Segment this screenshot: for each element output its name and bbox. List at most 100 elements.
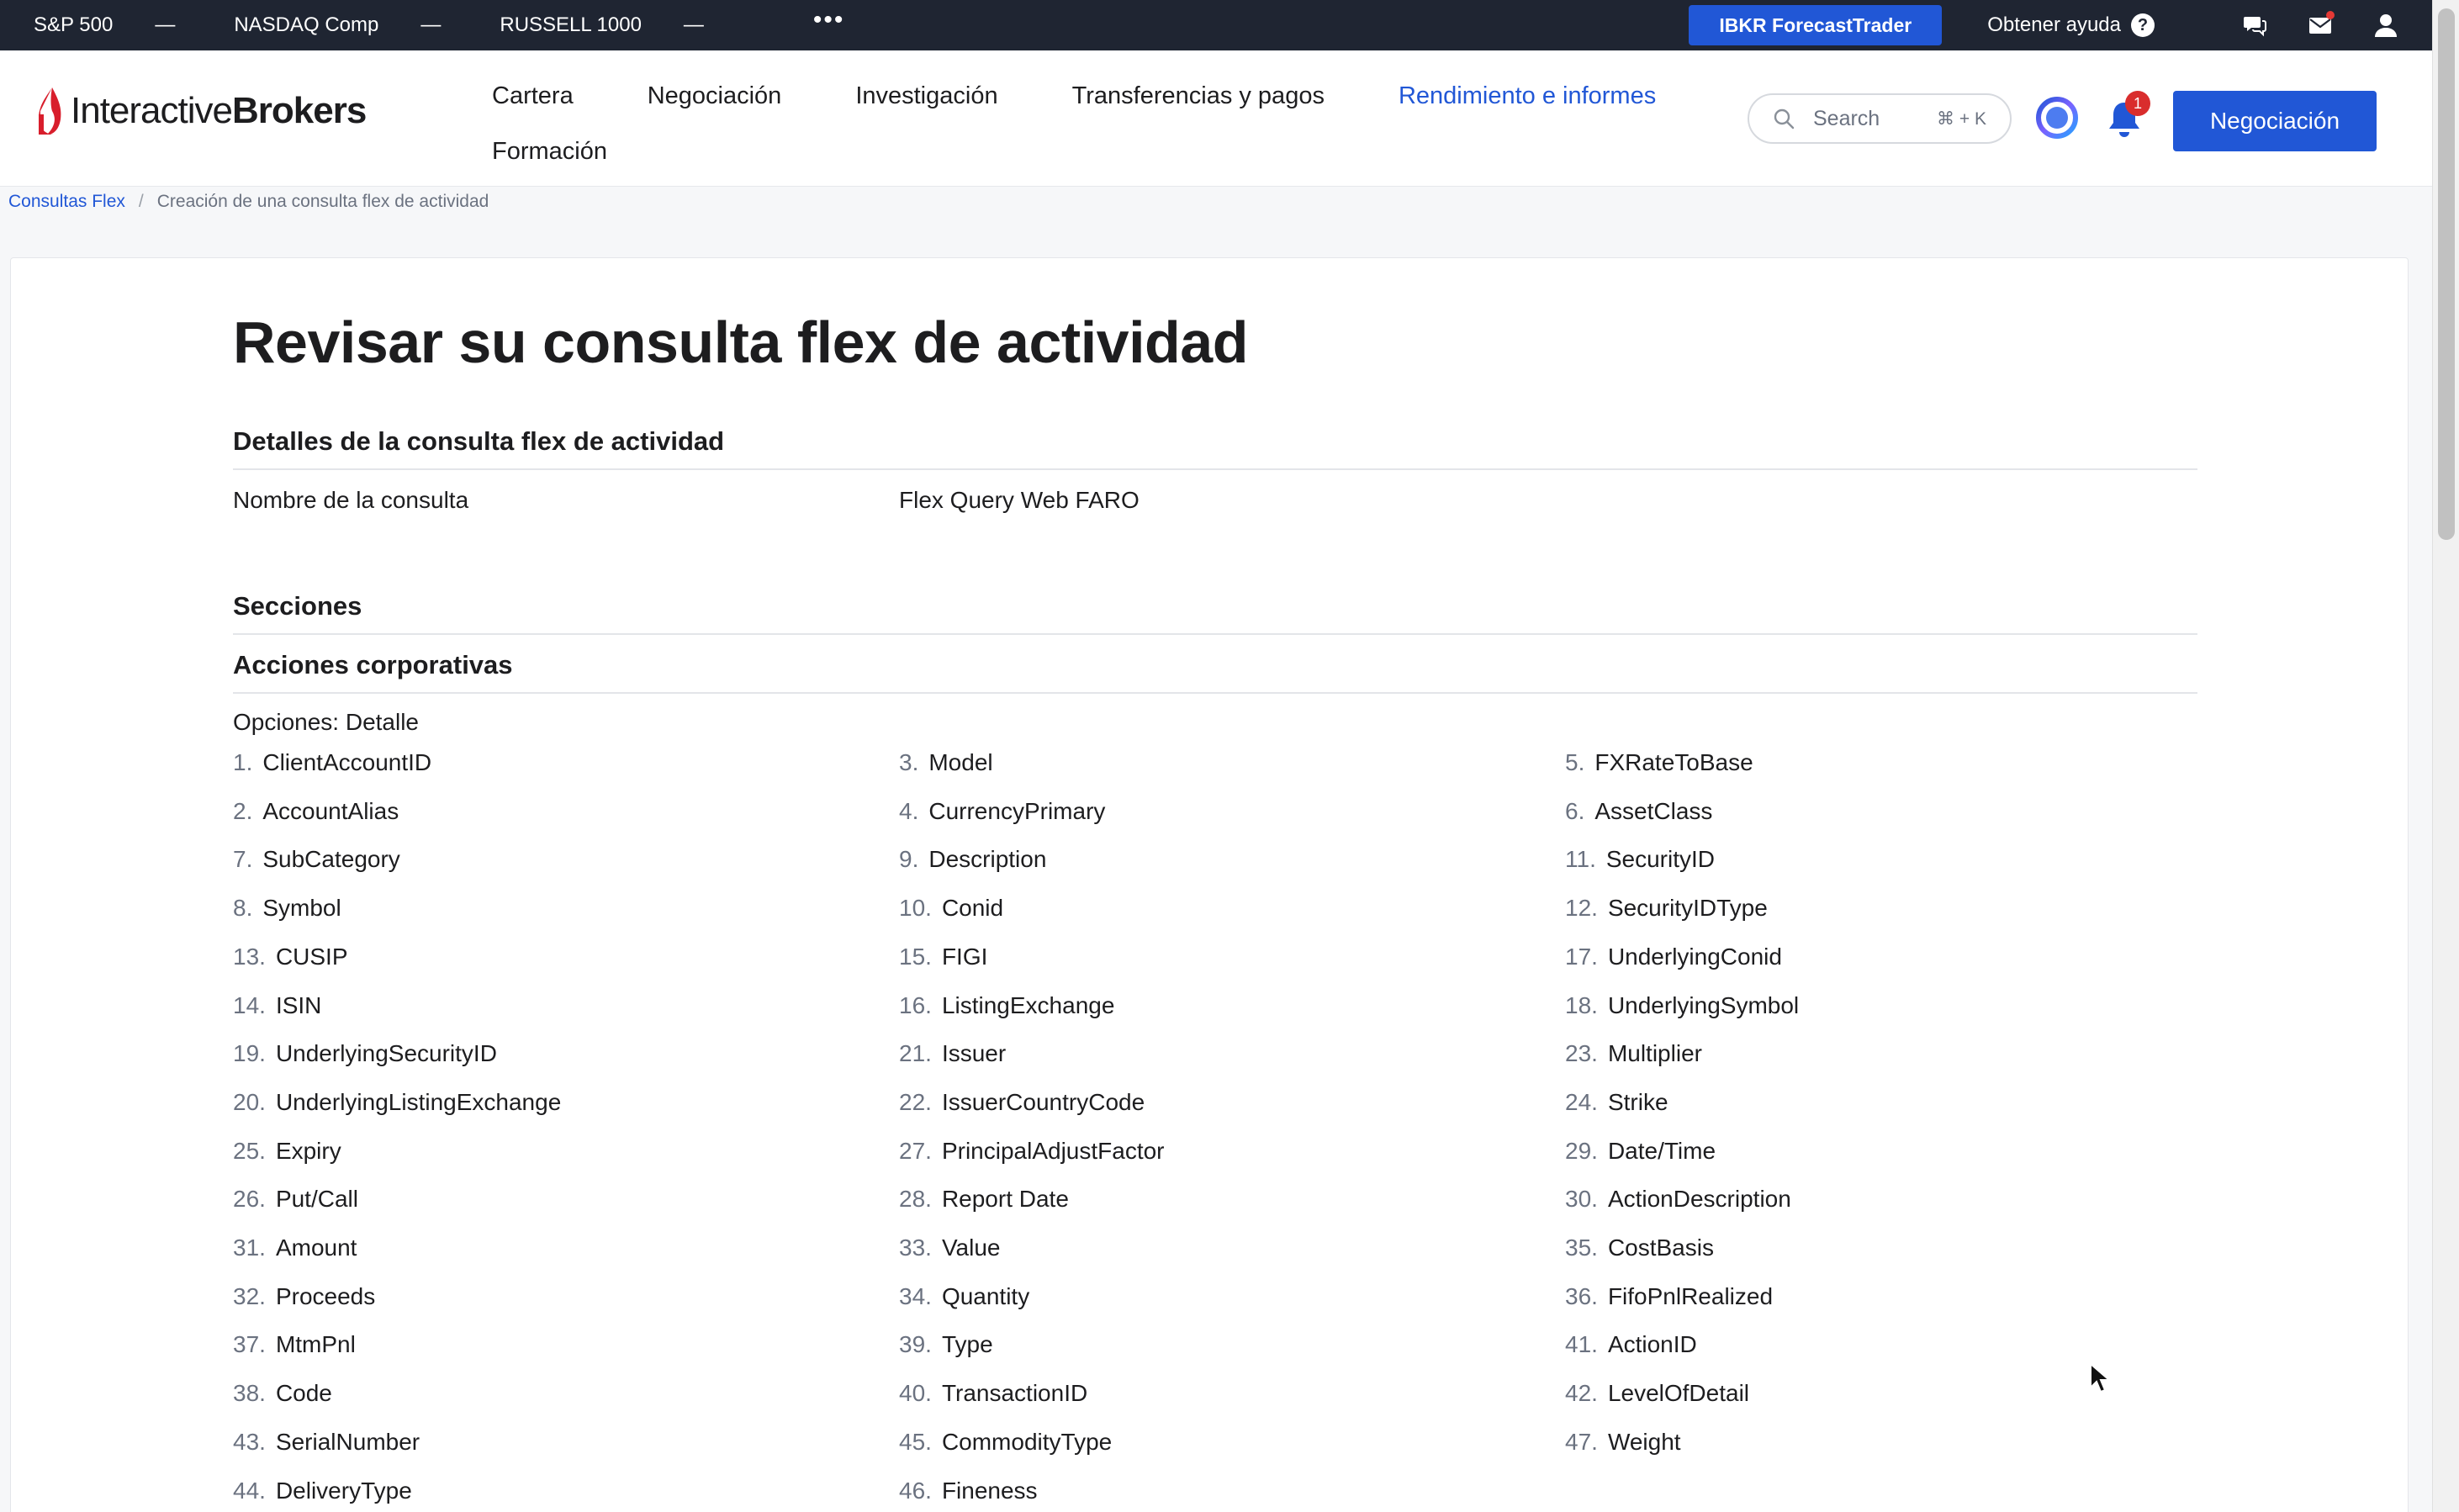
help-label: Obtener ayuda	[1987, 13, 2121, 36]
forecast-trader-button[interactable]: IBKR ForecastTrader	[1689, 5, 1943, 45]
ticker-value: —	[155, 13, 176, 36]
section-corporate-actions: Acciones corporativas	[233, 650, 2197, 694]
field-number: 33.	[899, 1234, 932, 1261]
ticker-sp500[interactable]: S&P 500 —	[34, 13, 175, 37]
field-name: Date/Time	[1607, 1137, 1716, 1164]
market-ticker-bar: S&P 500 — NASDAQ Comp — RUSSELL 1000 — •…	[0, 0, 2432, 50]
field-number: 45.	[899, 1428, 932, 1455]
chat-icon[interactable]	[2242, 13, 2267, 38]
field-name: Put/Call	[275, 1186, 358, 1213]
field-name: CUSIP	[275, 943, 348, 970]
field-item: 43. SerialNumber	[233, 1429, 420, 1456]
details-heading: Detalles de la consulta flex de activida…	[233, 426, 2197, 470]
breadcrumb-flex-queries[interactable]: Consultas Flex	[8, 192, 125, 211]
field-number: 8.	[233, 895, 253, 922]
field-name: FifoPnlRealized	[1607, 1282, 1774, 1309]
field-name: FIGI	[941, 943, 988, 970]
field-item: 20. UnderlyingListingExchange	[233, 1089, 561, 1116]
search-shortcut: ⌘ + K	[1937, 108, 1986, 129]
breadcrumb-separator: /	[138, 192, 144, 211]
mail-icon[interactable]	[2308, 11, 2335, 38]
field-number: 13.	[233, 943, 266, 970]
field-item: 18. UnderlyingSymbol	[1565, 992, 1799, 1019]
mouse-cursor-icon	[2090, 1362, 2111, 1393]
user-icon[interactable]	[2373, 13, 2398, 38]
scrollbar-thumb[interactable]	[2438, 8, 2455, 540]
trade-button[interactable]: Negociación	[2173, 91, 2377, 151]
field-number: 34.	[899, 1282, 932, 1309]
nav-investigacion[interactable]: Investigación	[855, 82, 997, 110]
field-number: 4.	[899, 797, 919, 824]
field-name: Code	[275, 1380, 332, 1407]
field-number: 31.	[233, 1234, 266, 1261]
field-name: Value	[941, 1234, 1001, 1261]
interactive-brokers-logo[interactable]: InteractiveBrokers	[35, 86, 367, 136]
field-item: 42. LevelOfDetail	[1565, 1380, 1749, 1407]
field-number: 39.	[899, 1331, 932, 1358]
field-item: 23. Multiplier	[1565, 1040, 1702, 1067]
field-name: AssetClass	[1594, 797, 1713, 824]
field-name: ListingExchange	[941, 991, 1115, 1018]
field-number: 12.	[1565, 895, 1598, 922]
field-name: Amount	[275, 1234, 357, 1261]
field-item: 35. CostBasis	[1565, 1234, 1714, 1261]
field-item: 46. Fineness	[899, 1478, 1038, 1504]
field-name: AccountAlias	[262, 797, 399, 824]
field-number: 44.	[233, 1477, 266, 1504]
unread-dot	[2326, 11, 2335, 19]
field-number: 30.	[1565, 1186, 1598, 1213]
ticker-value: —	[683, 13, 704, 36]
field-name: FXRateToBase	[1594, 749, 1753, 775]
field-number: 3.	[899, 749, 919, 775]
breadcrumb-current: Creación de una consulta flex de activid…	[156, 192, 489, 211]
assistant-icon[interactable]	[2035, 96, 2079, 140]
field-number: 5.	[1565, 749, 1585, 775]
field-name: Proceeds	[275, 1282, 376, 1309]
field-number: 27.	[899, 1137, 932, 1164]
field-number: 15.	[899, 943, 932, 970]
ticker-russell[interactable]: RUSSELL 1000 —	[500, 13, 704, 37]
field-name: Symbol	[262, 895, 341, 922]
field-name: Conid	[941, 895, 1004, 922]
search-input[interactable]: Search ⌘ + K	[1748, 93, 2012, 144]
field-item: 39. Type	[899, 1331, 993, 1358]
field-name: CommodityType	[941, 1428, 1113, 1455]
field-item: 34. Quantity	[899, 1283, 1029, 1310]
field-number: 38.	[233, 1380, 266, 1407]
field-name: SubCategory	[262, 846, 400, 873]
page-scrollbar[interactable]	[2432, 0, 2459, 1512]
field-number: 26.	[233, 1186, 266, 1213]
nav-cartera[interactable]: Cartera	[492, 82, 574, 110]
field-number: 41.	[1565, 1331, 1598, 1358]
nav-formacion[interactable]: Formación	[492, 138, 607, 166]
field-name: PrincipalAdjustFactor	[941, 1137, 1165, 1164]
nav-negociacion[interactable]: Negociación	[648, 82, 782, 110]
nav-rendimiento[interactable]: Rendimiento e informes	[1399, 82, 1656, 110]
help-link[interactable]: Obtener ayuda ?	[1987, 13, 2155, 37]
field-item: 41. ActionID	[1565, 1331, 1697, 1358]
field-item: 27. PrincipalAdjustFactor	[899, 1138, 1165, 1165]
field-name: LevelOfDetail	[1607, 1380, 1750, 1407]
query-name-value: Flex Query Web FARO	[899, 487, 1140, 513]
field-name: IssuerCountryCode	[941, 1088, 1145, 1115]
field-item: 19. UnderlyingSecurityID	[233, 1040, 497, 1067]
field-number: 11.	[1565, 846, 1596, 873]
field-number: 18.	[1565, 991, 1598, 1018]
field-name: ActionDescription	[1607, 1186, 1791, 1213]
field-item: 25. Expiry	[233, 1138, 341, 1165]
field-item: 22. IssuerCountryCode	[899, 1089, 1145, 1116]
field-number: 9.	[899, 846, 919, 873]
field-name: SerialNumber	[275, 1428, 420, 1455]
notification-count-badge: 1	[2125, 91, 2150, 116]
field-item: 28. Report Date	[899, 1186, 1069, 1213]
field-item: 12. SecurityIDType	[1565, 895, 1768, 922]
field-item: 36. FifoPnlRealized	[1565, 1283, 1773, 1310]
field-name: CurrencyPrimary	[928, 797, 1106, 824]
ticker-nasdaq[interactable]: NASDAQ Comp —	[234, 13, 441, 37]
search-icon	[1774, 108, 1795, 130]
more-tickers-icon[interactable]: •••	[813, 6, 845, 34]
field-item: 30. ActionDescription	[1565, 1186, 1791, 1213]
field-name: Strike	[1607, 1088, 1668, 1115]
nav-transferencias[interactable]: Transferencias y pagos	[1072, 82, 1325, 110]
field-number: 1.	[233, 749, 253, 775]
